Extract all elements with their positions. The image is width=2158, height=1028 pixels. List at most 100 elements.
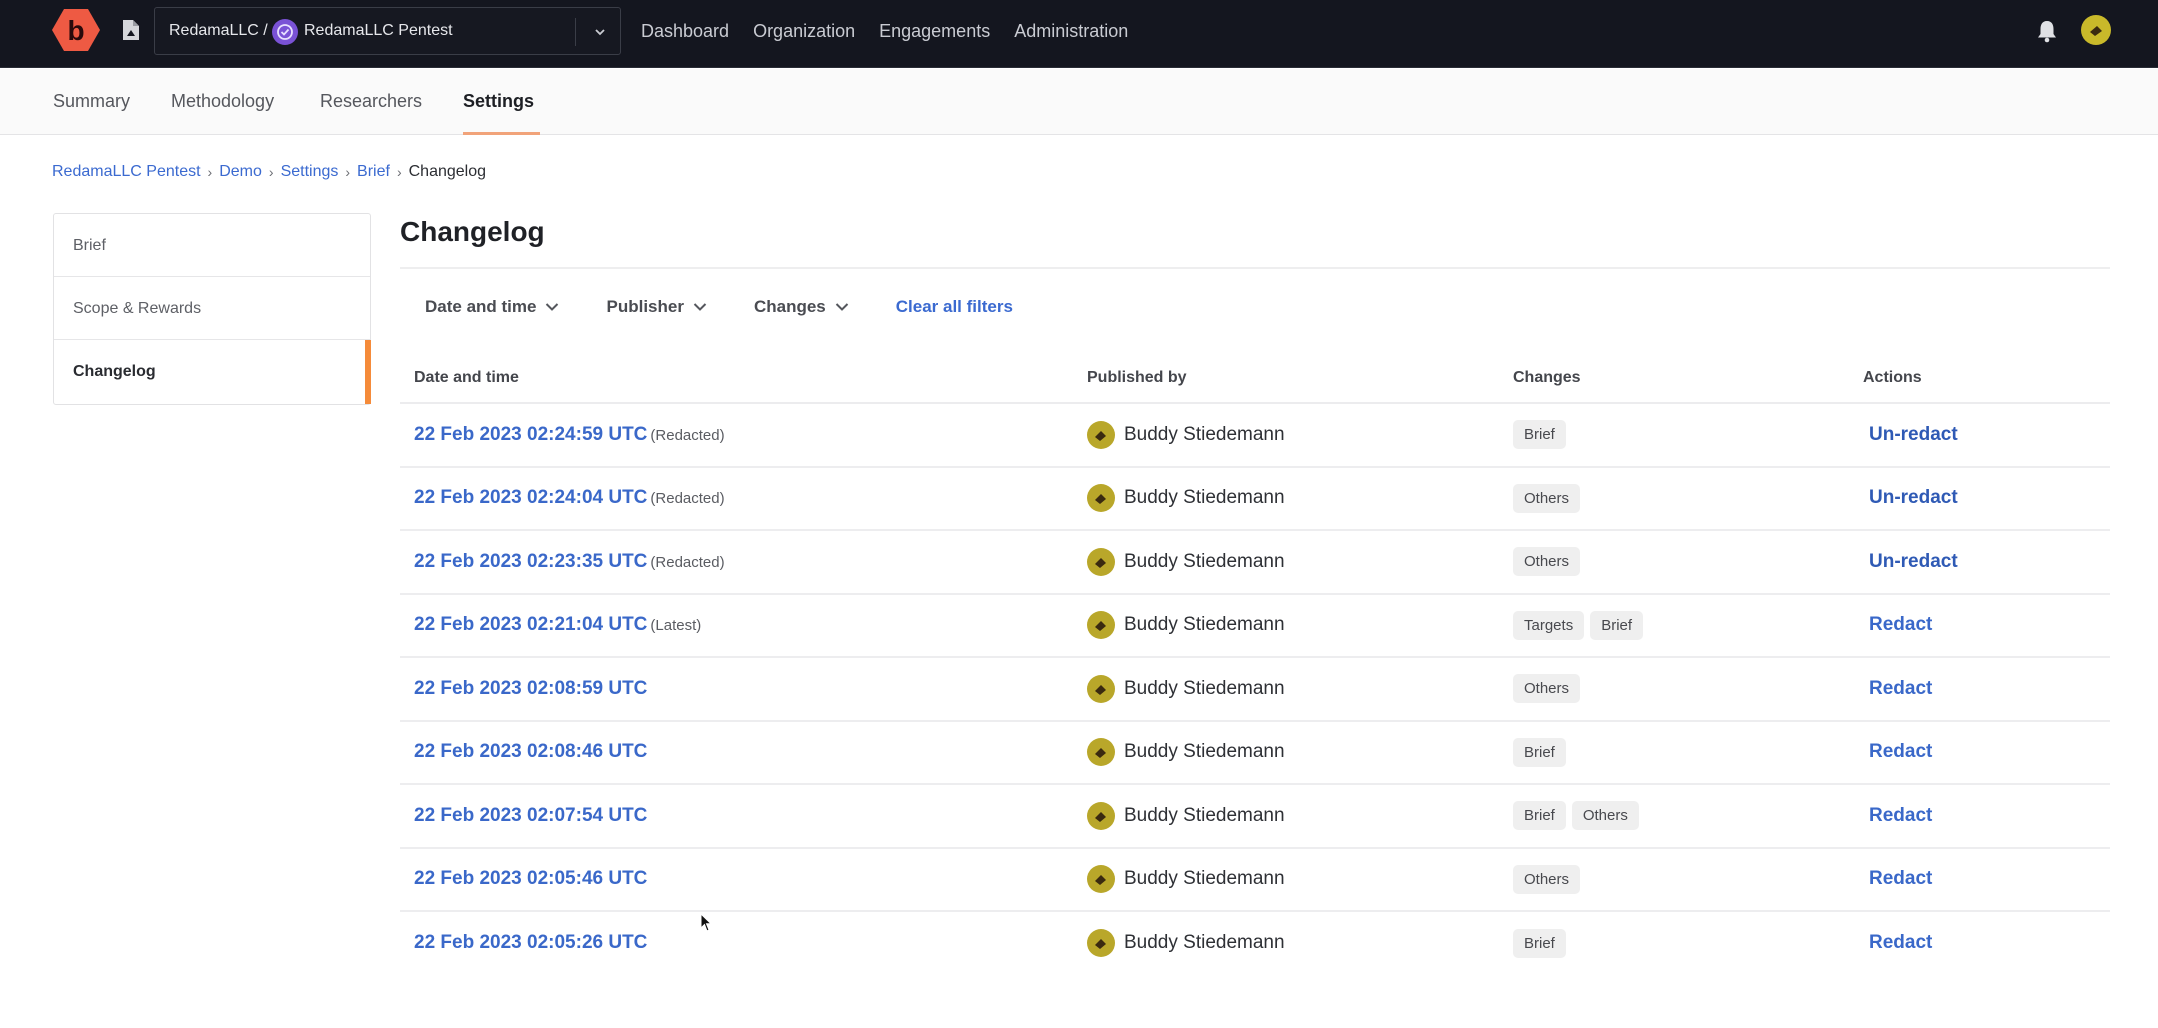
publisher-name: Buddy Stiedemann bbox=[1124, 550, 1285, 572]
filter-publisher[interactable]: Publisher bbox=[606, 297, 707, 317]
filter-changes[interactable]: Changes bbox=[754, 297, 849, 317]
tab-methodology[interactable]: Methodology bbox=[171, 91, 274, 112]
actions-cell: Redact bbox=[1863, 657, 2110, 722]
table-row: 22 Feb 2023 02:07:54 UTC Buddy Stiedeman… bbox=[400, 784, 2110, 849]
redact-button[interactable]: Redact bbox=[1869, 805, 1932, 826]
publisher-name: Buddy Stiedemann bbox=[1124, 741, 1285, 763]
revision-date-link[interactable]: 22 Feb 2023 02:23:35 UTC bbox=[414, 551, 647, 572]
change-tags: Brief Others bbox=[1513, 801, 1863, 831]
breadcrumb-separator: › bbox=[268, 164, 274, 180]
changes-cell: Others bbox=[1513, 657, 1863, 722]
program-selector[interactable]: RedamaLLC / RedamaLLC Pentest bbox=[154, 7, 621, 55]
change-tags: Targets Brief bbox=[1513, 610, 1863, 640]
document-icon[interactable] bbox=[121, 19, 141, 41]
verified-check-icon bbox=[272, 19, 298, 45]
breadcrumb-demo[interactable]: Demo bbox=[219, 163, 262, 181]
nav-dashboard[interactable]: Dashboard bbox=[641, 21, 729, 42]
revision-date-link[interactable]: 22 Feb 2023 02:24:59 UTC bbox=[414, 424, 647, 445]
revision-date-link[interactable]: 22 Feb 2023 02:05:46 UTC bbox=[414, 868, 647, 889]
redact-button[interactable]: Redact bbox=[1869, 614, 1932, 635]
side-item-changelog[interactable]: Changelog bbox=[54, 340, 371, 404]
publisher-name: Buddy Stiedemann bbox=[1124, 932, 1285, 954]
column-header-published-by: Published by bbox=[1087, 353, 1513, 404]
redact-button[interactable]: Redact bbox=[1869, 868, 1932, 889]
avatar bbox=[1087, 929, 1115, 958]
table-row: 22 Feb 2023 02:21:04 UTC (Latest) Buddy S… bbox=[400, 593, 2110, 658]
revision-date-link[interactable]: 22 Feb 2023 02:08:59 UTC bbox=[414, 678, 647, 699]
change-tag: Others bbox=[1513, 547, 1581, 577]
breadcrumb-brief[interactable]: Brief bbox=[357, 163, 390, 181]
filter-date-time[interactable]: Date and time bbox=[425, 297, 559, 317]
nav-organization[interactable]: Organization bbox=[753, 21, 855, 42]
nav-administration[interactable]: Administration bbox=[1014, 21, 1128, 42]
redact-button[interactable]: Redact bbox=[1869, 932, 1932, 953]
unredact-button[interactable]: Un-redact bbox=[1869, 487, 1958, 508]
side-item-scope-rewards[interactable]: Scope & Rewards bbox=[54, 277, 370, 340]
change-tags: Brief bbox=[1513, 420, 1863, 450]
tab-settings[interactable]: Settings bbox=[463, 91, 534, 112]
change-tags: Others bbox=[1513, 674, 1863, 704]
date-cell: 22 Feb 2023 02:24:04 UTC (Redacted) bbox=[400, 466, 1087, 531]
actions-cell: Un-redact bbox=[1863, 530, 2110, 595]
revision-date-link[interactable]: 22 Feb 2023 02:08:46 UTC bbox=[414, 741, 647, 762]
revision-date-link[interactable]: 22 Feb 2023 02:21:04 UTC bbox=[414, 614, 647, 635]
change-tag: Brief bbox=[1513, 928, 1566, 958]
publisher-cell: Buddy Stiedemann bbox=[1087, 530, 1513, 595]
tab-researchers[interactable]: Researchers bbox=[320, 91, 422, 112]
changes-cell: Brief bbox=[1513, 911, 1863, 975]
change-tag: Brief bbox=[1513, 737, 1566, 767]
bell-icon[interactable] bbox=[2036, 19, 2058, 43]
revision-date-link[interactable]: 22 Feb 2023 02:05:26 UTC bbox=[414, 932, 647, 953]
publisher: Buddy Stiedemann bbox=[1087, 484, 1513, 513]
publisher-cell: Buddy Stiedemann bbox=[1087, 847, 1513, 912]
revision-date-link[interactable]: 22 Feb 2023 02:24:04 UTC bbox=[414, 487, 647, 508]
chevron-down-icon bbox=[835, 303, 848, 311]
tab-summary[interactable]: Summary bbox=[53, 91, 130, 112]
table-header-row: Date and time Published by Changes Actio… bbox=[400, 353, 2110, 404]
revision-status: (Latest) bbox=[650, 617, 702, 635]
user-avatar[interactable] bbox=[2081, 15, 2111, 45]
clear-all-filters-link[interactable]: Clear all filters bbox=[896, 297, 1013, 317]
unredact-button[interactable]: Un-redact bbox=[1869, 551, 1958, 572]
change-tag: Brief bbox=[1513, 420, 1566, 450]
publisher: Buddy Stiedemann bbox=[1087, 738, 1513, 767]
logo-icon[interactable]: b bbox=[52, 9, 100, 51]
divider bbox=[400, 267, 2110, 269]
redact-button[interactable]: Redact bbox=[1869, 741, 1932, 762]
date-cell: 22 Feb 2023 02:23:35 UTC (Redacted) bbox=[400, 530, 1087, 595]
actions-cell: Redact bbox=[1863, 593, 2110, 658]
settings-side-menu: Brief Scope & Rewards Changelog bbox=[53, 213, 371, 405]
actions-cell: Redact bbox=[1863, 911, 2110, 975]
publisher: Buddy Stiedemann bbox=[1087, 801, 1513, 830]
publisher: Buddy Stiedemann bbox=[1087, 929, 1513, 958]
actions-cell: Redact bbox=[1863, 720, 2110, 785]
publisher: Buddy Stiedemann bbox=[1087, 674, 1513, 703]
breadcrumb-separator: › bbox=[345, 164, 351, 180]
filter-label: Date and time bbox=[425, 297, 537, 316]
actions-cell: Redact bbox=[1863, 847, 2110, 912]
avatar bbox=[1087, 674, 1115, 703]
publisher-name: Buddy Stiedemann bbox=[1124, 614, 1285, 636]
publisher: Buddy Stiedemann bbox=[1087, 420, 1513, 449]
publisher-name: Buddy Stiedemann bbox=[1124, 868, 1285, 890]
filter-bar: Date and time Publisher Changes Clear al… bbox=[425, 294, 1013, 320]
revision-date-link[interactable]: 22 Feb 2023 02:07:54 UTC bbox=[414, 805, 647, 826]
nav-engagements[interactable]: Engagements bbox=[879, 21, 990, 42]
change-tags: Brief bbox=[1513, 928, 1863, 958]
date-cell: 22 Feb 2023 02:05:26 UTC bbox=[400, 911, 1087, 975]
breadcrumb-separator: › bbox=[207, 164, 213, 180]
filter-label: Publisher bbox=[606, 297, 684, 316]
publisher-name: Buddy Stiedemann bbox=[1124, 804, 1285, 826]
date-cell: 22 Feb 2023 02:07:54 UTC bbox=[400, 784, 1087, 849]
table-row: 22 Feb 2023 02:05:46 UTC Buddy Stiedeman… bbox=[400, 847, 2110, 912]
unredact-button[interactable]: Un-redact bbox=[1869, 424, 1958, 445]
changes-cell: Brief bbox=[1513, 720, 1863, 785]
breadcrumb-program[interactable]: RedamaLLC Pentest bbox=[52, 163, 201, 181]
chevron-down-icon[interactable] bbox=[590, 22, 610, 42]
redact-button[interactable]: Redact bbox=[1869, 678, 1932, 699]
side-item-brief[interactable]: Brief bbox=[54, 214, 370, 277]
breadcrumb-settings[interactable]: Settings bbox=[281, 163, 339, 181]
changes-cell: Others bbox=[1513, 466, 1863, 531]
column-header-date[interactable]: Date and time bbox=[400, 353, 1087, 404]
avatar bbox=[1087, 547, 1115, 576]
